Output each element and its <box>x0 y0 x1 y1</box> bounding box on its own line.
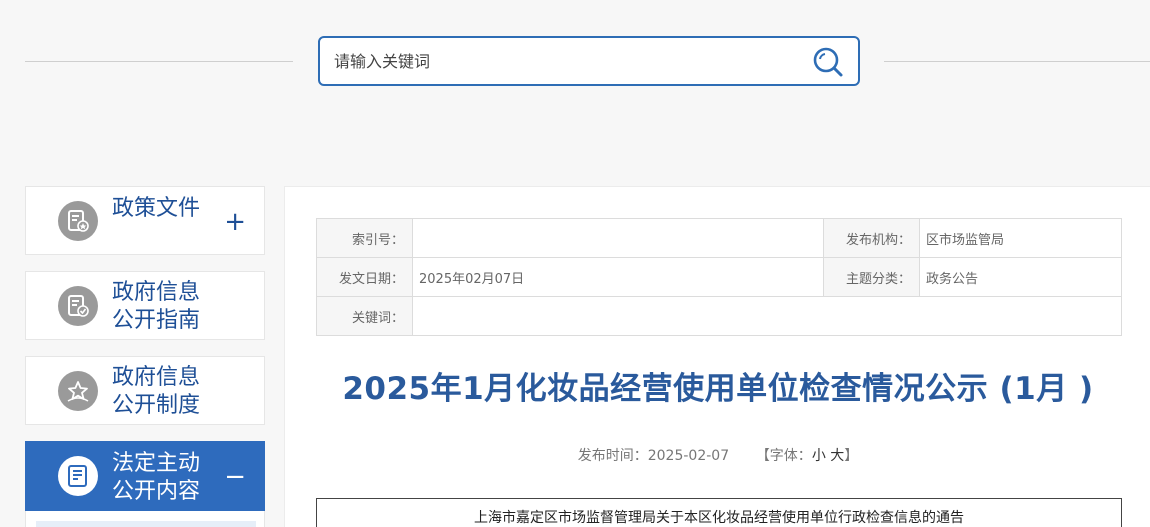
list-document-icon <box>58 456 98 496</box>
article-panel: 索引号： 发布机构： 区市场监管局 发文日期： 2025年02月07日 主题分类… <box>284 186 1150 527</box>
index-no-value <box>412 218 824 258</box>
notice-table: 上海市嘉定区市场监督管理局关于本区化妆品经营使用单位行政检查信息的通告 <box>316 498 1122 527</box>
document-icon <box>58 200 98 241</box>
sidebar-submenu <box>25 511 265 527</box>
notice-heading: 上海市嘉定区市场监督管理局关于本区化妆品经营使用单位行政检查信息的通告 <box>474 510 964 526</box>
publish-info: 发布时间：2025-02-07 【字体：小 大】 <box>285 445 1150 465</box>
font-small-link[interactable]: 小 <box>812 448 826 464</box>
font-size-suffix: 】 <box>844 448 859 464</box>
table-row: 发文日期： 2025年02月07日 主题分类： 政务公告 <box>316 257 1122 297</box>
table-row: 关键词： <box>316 296 1122 336</box>
search-box <box>318 36 860 86</box>
category-value: 政务公告 <box>919 257 1122 297</box>
article-title: 2025年1月化妆品经营使用单位检查情况公示 (1月 ) <box>342 371 1094 407</box>
index-no-label: 索引号： <box>316 218 413 258</box>
font-size-prefix: 【字体： <box>755 448 812 464</box>
keywords-label: 关键词： <box>316 296 413 336</box>
sidebar-submenu-item[interactable] <box>36 521 256 527</box>
font-large-link[interactable]: 大 <box>830 448 844 464</box>
table-row: 索引号： 发布机构： 区市场监管局 <box>316 218 1122 258</box>
category-label: 主题分类： <box>823 257 920 297</box>
publisher-value: 区市场监管局 <box>919 218 1122 258</box>
header-divider-left <box>25 61 293 62</box>
sidebar-item-statutory-disclosure[interactable]: 法定主动 公开内容 − <box>25 441 265 511</box>
date-value: 2025年02月07日 <box>412 257 824 297</box>
collapse-icon[interactable]: − <box>224 464 246 490</box>
sidebar-item-disclosure-system[interactable]: 政府信息 公开制度 <box>25 356 265 425</box>
expand-icon[interactable]: + <box>224 209 246 235</box>
document-icon <box>58 285 98 326</box>
date-label: 发文日期： <box>316 257 413 297</box>
sidebar-item-label: 政策文件 <box>112 196 201 221</box>
sidebar-item-label: 政府信息 公开制度 <box>112 365 201 418</box>
search-icon <box>813 47 843 77</box>
publish-time: 发布时间：2025-02-07 <box>577 448 730 464</box>
search-button[interactable] <box>812 46 844 78</box>
header-divider-right <box>884 61 1150 62</box>
metadata-table: 索引号： 发布机构： 区市场监管局 发文日期： 2025年02月07日 主题分类… <box>316 218 1122 336</box>
search-input[interactable] <box>334 48 804 74</box>
sidebar-item-disclosure-guide[interactable]: 政府信息 公开指南 <box>25 271 265 340</box>
keywords-value <box>412 296 1122 336</box>
star-icon <box>58 370 98 411</box>
sidebar-item-label: 法定主动 公开内容 <box>112 451 201 504</box>
sidebar-item-label: 政府信息 公开指南 <box>112 280 201 333</box>
sidebar-item-policy-documents[interactable]: 政策文件 + <box>25 186 265 255</box>
publisher-label: 发布机构： <box>823 218 920 258</box>
